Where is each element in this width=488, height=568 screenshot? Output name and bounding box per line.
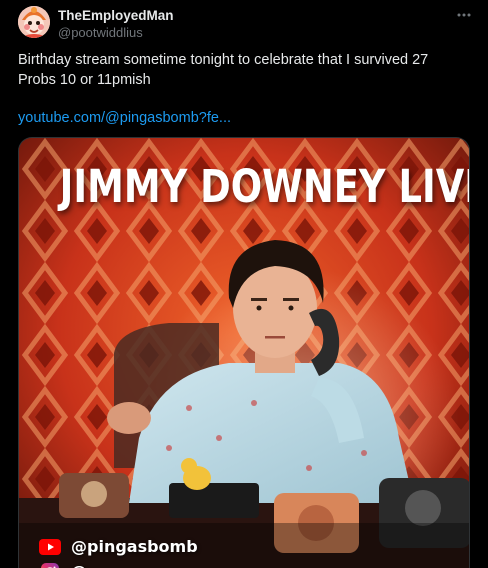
media-image[interactable]: JIMMY DOWNEY LIVE @pingasbomb (18, 137, 470, 568)
avatar[interactable] (18, 6, 50, 38)
youtube-icon (39, 538, 61, 555)
display-name[interactable]: TheEmployedMan (58, 8, 448, 24)
more-options-button[interactable] (454, 6, 474, 24)
tweet: TheEmployedMan @pootwiddlius Birthday st… (0, 0, 488, 568)
poster-title: JIMMY DOWNEY LIVE (59, 160, 470, 213)
youtube-handle: @pingasbomb (71, 537, 198, 556)
tweet-header: TheEmployedMan @pootwiddlius (58, 8, 448, 41)
instagram-icon (39, 562, 61, 568)
more-horizontal-icon (457, 13, 471, 17)
tweet-text: Birthday stream sometime tonight to cele… (18, 52, 429, 88)
user-handle[interactable]: @pootwiddlius (58, 25, 448, 41)
youtube-handle-row: @pingasbomb (39, 537, 198, 556)
instagram-handle-row: @... (39, 562, 105, 568)
instagram-handle: @... (71, 562, 105, 568)
tweet-link[interactable]: youtube.com/@pingasbomb?fe... (18, 108, 231, 128)
